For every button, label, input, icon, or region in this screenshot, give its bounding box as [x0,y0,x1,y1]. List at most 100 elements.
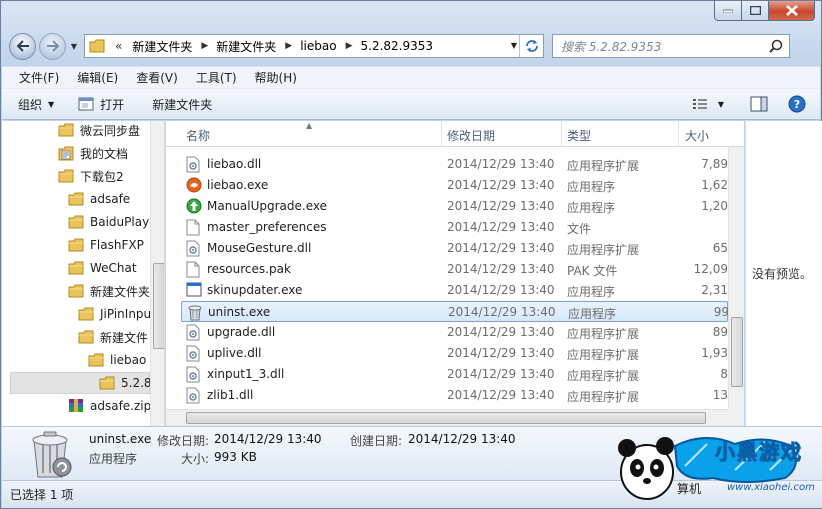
tree-item-label: 新建文件夹 [90,284,151,299]
file-type: 应用程序扩展 [567,390,640,404]
tree-item[interactable]: 新建文件 [78,326,148,348]
crumb-3[interactable]: 5.2.82.9353 [361,39,434,53]
close-button[interactable] [769,1,815,21]
menu-file[interactable]: 文件(F) [10,69,68,86]
preview-pane: 没有预览。 [745,121,822,426]
column-size[interactable]: 大小 [685,127,709,144]
crumb-separator-icon[interactable]: ▶ [201,41,208,51]
tree-item[interactable]: 5.2.8 [10,372,152,394]
toolbar-right: ▼ ? [692,95,806,113]
crumb-0[interactable]: 新建文件夹 [132,38,192,55]
preview-pane-icon[interactable] [750,96,768,112]
tree-item[interactable]: 新建文件夹 [68,280,150,302]
tree-item-label: 微云同步盘 [80,123,141,138]
file-date: 2014/12/29 13:40 [447,241,555,255]
tree-item-label: WeChat [90,261,137,275]
dll-icon [186,324,200,341]
file-icon-wrap [186,282,202,300]
vertical-scroll-thumb[interactable] [731,317,743,387]
caption-buttons [714,1,815,21]
address-overflow[interactable]: « [115,39,122,53]
file-row[interactable]: uninst.exe 2014/12/29 13:40 应用程序 99 [181,301,729,324]
forward-button[interactable] [39,32,66,60]
crumb-1[interactable]: 新建文件夹 [216,38,276,55]
folder-icon [68,261,84,275]
crumb-separator-icon[interactable]: ▶ [346,41,353,51]
tree-item-label: BaiduPlaye [90,215,157,229]
organize-button[interactable]: 组织 ▼ [10,96,62,113]
refresh-button[interactable] [519,35,543,57]
details-size-value: 993 KB [214,450,257,464]
maximize-button[interactable] [742,1,769,21]
crumb-separator-icon[interactable]: ▶ [285,41,292,51]
new-folder-button[interactable]: 新建文件夹 [144,96,220,113]
minimize-button[interactable] [714,1,742,21]
open-app-icon [78,97,94,111]
column-divider[interactable] [678,121,679,146]
tree-item[interactable]: 下载包2 [58,165,124,187]
column-type[interactable]: 类型 [567,127,591,144]
tree-item[interactable]: BaiduPlaye [68,211,157,233]
tree-item[interactable]: JiPinInpu [78,303,151,325]
column-divider[interactable] [441,121,442,146]
view-options-icon[interactable] [692,97,708,111]
tree-item[interactable]: liebao [88,349,146,371]
file-row[interactable]: skinupdater.exe 2014/12/29 13:40 应用程序 2,31 [181,280,728,301]
file-type: 应用程序扩展 [567,348,640,362]
file-row[interactable]: liebao.exe 2014/12/29 13:40 应用程序 1,62 [181,175,728,196]
tree-item[interactable]: WeChat [68,257,137,279]
recent-pages-dropdown[interactable]: ▼ [68,42,80,51]
file-row[interactable]: xinput1_3.dll 2014/12/29 13:40 应用程序扩展 8 [181,364,728,385]
file-size: 89 [712,325,728,339]
column-date[interactable]: 修改日期 [447,127,495,144]
file-row[interactable]: uplive.dll 2014/12/29 13:40 应用程序扩展 1,93 [181,343,728,364]
open-button[interactable]: 打开 [70,96,132,113]
file-row[interactable]: zlib1.dll 2014/12/29 13:40 应用程序扩展 13 [181,385,728,406]
file-icon-wrap [186,198,202,217]
file-row[interactable]: resources.pak 2014/12/29 13:40 PAK 文件 12,09 [181,259,728,280]
tree-item[interactable]: adsafe [68,188,130,210]
file-row[interactable]: upgrade.dll 2014/12/29 13:40 应用程序扩展 89 [181,322,728,343]
folder-icon [68,238,84,252]
details-type: 应用程序 [89,452,138,466]
menu-edit[interactable]: 编辑(E) [68,69,127,86]
view-dropdown-icon[interactable]: ▼ [718,100,724,109]
file-row[interactable]: MouseGesture.dll 2014/12/29 13:40 应用程序扩展 65 [181,238,728,259]
tree-item[interactable]: adsafe.zip [68,395,151,417]
nav-scrollbar[interactable] [150,121,164,426]
chevron-down-icon: ▼ [48,99,55,109]
menu-view[interactable]: 查看(V) [127,69,187,86]
file-row[interactable]: master_preferences 2014/12/29 13:40 文件 [181,217,728,238]
file-list-vertical-scrollbar[interactable] [728,147,744,409]
tree-item-label: liebao [110,353,147,367]
file-row[interactable]: liebao.dll 2014/12/29 13:40 应用程序扩展 7,89 [181,154,728,175]
file-type: 应用程序 [567,285,616,299]
dll-icon [186,366,200,383]
column-divider[interactable] [561,121,562,146]
help-icon[interactable]: ? [788,95,806,113]
details-created-value: 2014/12/29 13:40 [408,432,516,446]
tree-item[interactable]: 我的文档 [58,142,128,164]
menu-tools[interactable]: 工具(T) [187,69,246,86]
file-icon-wrap [187,304,203,324]
back-button[interactable] [9,32,36,60]
file-size: 65 [712,241,728,255]
crumb-2[interactable]: liebao [300,39,336,53]
file-list-horizontal-scrollbar[interactable] [166,409,728,426]
file-type: 文件 [567,222,592,236]
file-name: upgrade.dll [207,325,276,339]
search-input[interactable]: 搜索 5.2.82.9353 [552,34,790,58]
arrow-right-icon [46,40,59,52]
column-name[interactable]: 名称 [186,127,210,144]
tree-item[interactable]: FlashFXP [68,234,144,256]
file-row[interactable]: ManualUpgrade.exe 2014/12/29 13:40 应用程序 1,2… [181,196,728,217]
menu-help[interactable]: 帮助(H) [246,69,306,86]
folder-icon [68,284,84,298]
nav-scroll-thumb[interactable] [153,263,164,349]
search-icon[interactable] [769,39,783,53]
address-bar[interactable]: « 新建文件夹 ▶ 新建文件夹 ▶ liebao ▶ 5.2.82.9353 ▼ [84,34,544,58]
file-name: xinput1_3.dll [207,367,285,381]
tree-item[interactable]: 微云同步盘 [58,121,140,141]
horizontal-scroll-thumb[interactable] [186,412,706,424]
address-dropdown-icon[interactable]: ▼ [511,41,517,50]
